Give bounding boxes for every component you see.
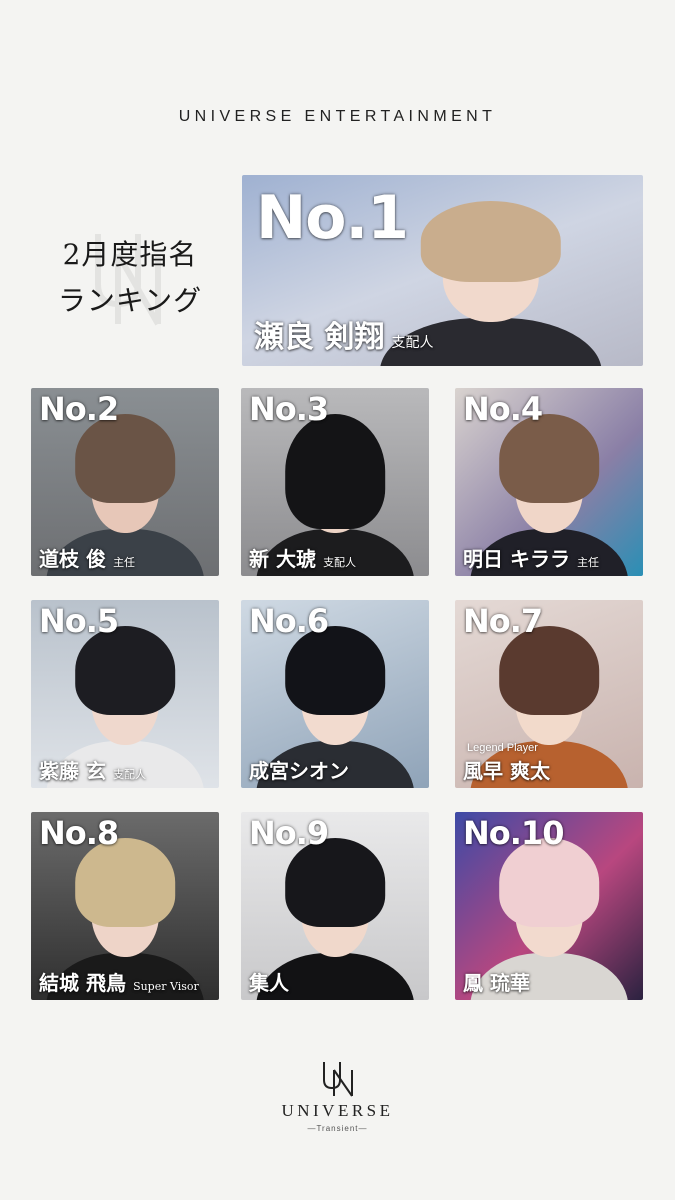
host-name: 集人	[249, 971, 289, 995]
host-name: 風早 爽太	[463, 759, 550, 783]
host-subtitle: Legend Player	[467, 742, 538, 754]
rank-label: No.4	[463, 390, 543, 428]
rank-label: No.3	[249, 390, 329, 428]
host-name-line: 集人	[249, 967, 289, 996]
ranking-title: 2月度指名 ランキング	[40, 232, 220, 342]
rank-label: No.2	[39, 390, 119, 428]
host-role: 支配人	[391, 335, 434, 351]
ranking-card-3[interactable]: No.3 新 大琥 支配人	[241, 388, 429, 576]
host-role: 支配人	[323, 556, 357, 569]
ranking-card-5[interactable]: No.5 紫藤 玄 支配人	[31, 600, 219, 788]
ranking-card-7[interactable]: No.7 Legend Player 風早 爽太	[455, 600, 643, 788]
rank-label: No.8	[39, 814, 119, 852]
brand-tagline: —Transient—	[307, 1124, 368, 1133]
rank-label: No.10	[463, 814, 564, 852]
host-name: 新 大琥	[249, 547, 316, 571]
host-name: 紫藤 玄	[39, 759, 106, 783]
host-role: 主任	[113, 556, 136, 569]
ranking-title-line1: 2月度指名	[62, 238, 198, 271]
host-role: Super Visor	[133, 980, 199, 993]
host-name: 鳳 琉華	[463, 971, 530, 995]
host-name: 成宮シオン	[249, 759, 349, 783]
rank-label: No.7	[463, 602, 543, 640]
universe-logo-icon	[0, 1058, 675, 1098]
host-name-line: 結城 飛鳥 Super Visor	[39, 967, 199, 996]
host-name-line: 瀬良 剣翔 支配人	[254, 312, 434, 356]
rank-label: No.6	[249, 602, 329, 640]
rank-label: No.9	[249, 814, 329, 852]
ranking-card-2[interactable]: No.2 道枝 俊 主任	[31, 388, 219, 576]
ranking-card-1[interactable]: No.1 瀬良 剣翔 支配人	[242, 175, 643, 366]
host-name-line: 紫藤 玄 支配人	[39, 755, 146, 784]
ranking-title-line2: ランキング	[57, 284, 203, 317]
ranking-card-9[interactable]: No.9 集人	[241, 812, 429, 1000]
host-name-line: 道枝 俊 主任	[39, 543, 135, 572]
host-name-line: 成宮シオン	[249, 755, 349, 784]
rank-label: No.5	[39, 602, 119, 640]
ranking-card-6[interactable]: No.6 成宮シオン	[241, 600, 429, 788]
host-name: 結城 飛鳥	[39, 971, 126, 995]
ranking-card-8[interactable]: No.8 結城 飛鳥 Super Visor	[31, 812, 219, 1000]
host-role: 支配人	[113, 768, 147, 781]
host-name-line: 新 大琥 支配人	[249, 543, 356, 572]
ranking-card-4[interactable]: No.4 明日 キララ 主任	[455, 388, 643, 576]
host-name-line: 明日 キララ 主任	[463, 543, 599, 572]
host-name-line: 風早 爽太	[463, 755, 550, 784]
ranking-card-10[interactable]: No.10 鳳 琉華	[455, 812, 643, 1000]
host-name: 明日 キララ	[463, 547, 570, 571]
host-name-line: 鳳 琉華	[463, 967, 530, 996]
brand-header: UNIVERSE ENTERTAINMENT	[178, 108, 497, 125]
rank-label: No.1	[256, 183, 409, 253]
host-name: 道枝 俊	[39, 547, 106, 571]
host-role: 主任	[577, 556, 600, 569]
host-name: 瀬良 剣翔	[254, 320, 385, 355]
brand-footer: UNIVERSE	[281, 1101, 394, 1120]
